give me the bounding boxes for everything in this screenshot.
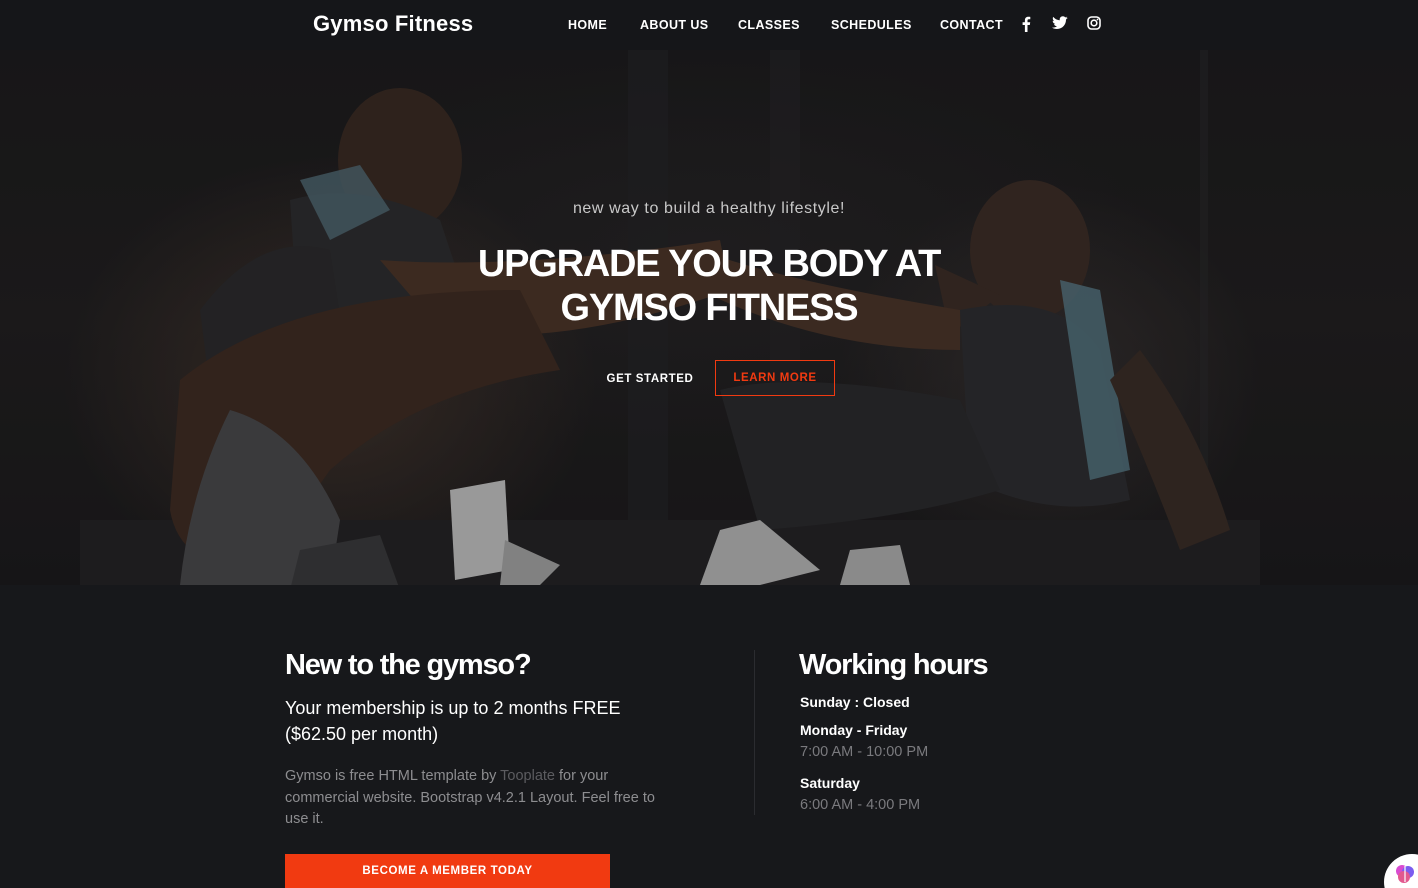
navbar: Gymso Fitness HOME ABOUT US CLASSES SCHE… <box>0 0 1418 50</box>
hours-saturday-label: Saturday <box>800 775 860 791</box>
membership-section: New to the gymso? <box>285 645 665 685</box>
nav-schedules[interactable]: SCHEDULES <box>831 18 912 32</box>
nav-contact[interactable]: CONTACT <box>940 18 1003 32</box>
membership-offer: Your membership is up to 2 months FREE (… <box>285 695 645 747</box>
working-hours-heading: Working hours <box>799 649 989 681</box>
nav-home[interactable]: HOME <box>568 18 607 32</box>
facebook-icon[interactable] <box>1021 16 1037 34</box>
hero-subtitle: new way to build a healthy lifestyle! <box>572 200 846 217</box>
working-hours-section: Working hours <box>799 645 1099 685</box>
membership-description: Gymso is free HTML template by Tooplate … <box>285 766 665 831</box>
learn-more-button[interactable]: LEARN MORE <box>715 360 835 396</box>
section-divider <box>754 650 755 815</box>
hero-title-line1: UPGRADE YOUR BODY AT <box>477 243 942 285</box>
get-started-button[interactable]: GET STARTED <box>595 361 705 397</box>
become-member-button[interactable]: BECOME A MEMBER TODAY <box>285 854 610 888</box>
membership-offer-line2: ($62.50 per month) <box>285 724 439 744</box>
desc-text-before: Gymso is free HTML template by <box>285 768 501 784</box>
membership-offer-line1: Your membership is up to 2 months FREE <box>285 698 621 718</box>
membership-heading: New to the gymso? <box>285 649 532 681</box>
page: Gymso Fitness HOME ABOUT US CLASSES SCHE… <box>0 0 1418 888</box>
assistant-widget-button[interactable] <box>1384 854 1418 888</box>
nav-classes[interactable]: CLASSES <box>738 18 800 32</box>
hours-weekday-label: Monday - Friday <box>800 722 908 738</box>
brand-logo[interactable]: Gymso Fitness <box>313 11 473 37</box>
hours-sunday: Sunday : Closed <box>800 694 910 710</box>
instagram-icon[interactable] <box>1087 16 1103 34</box>
hours-saturday-time: 6:00 AM - 4:00 PM <box>800 797 921 813</box>
twitter-icon[interactable] <box>1052 16 1068 34</box>
nav-about-us[interactable]: ABOUT US <box>640 18 708 32</box>
tooplate-link[interactable]: Tooplate <box>500 768 555 784</box>
hero-title-line2: GYMSO FITNESS <box>560 287 859 329</box>
hero-title: UPGRADE YOUR BODY AT GYMSO FITNESS <box>0 242 1418 330</box>
hours-weekday-time: 7:00 AM - 10:00 PM <box>800 744 929 760</box>
brain-icon <box>1396 865 1414 883</box>
hero-banner: new way to build a healthy lifestyle! UP… <box>0 50 1418 585</box>
